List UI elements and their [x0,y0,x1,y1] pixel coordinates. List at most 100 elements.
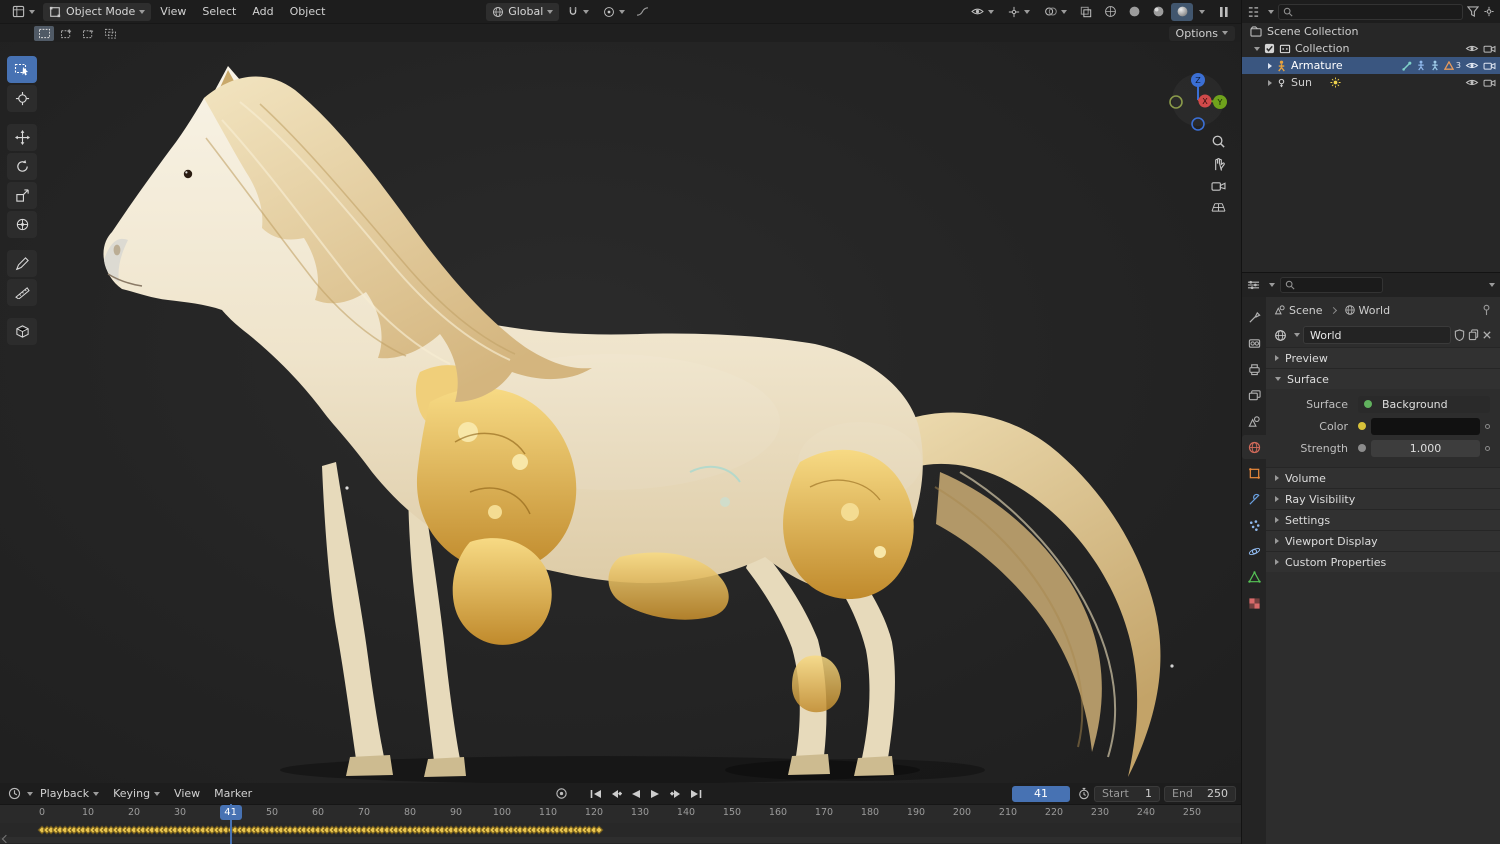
select-mode-intersect-button[interactable] [100,26,120,41]
new-copy-icon[interactable] [1468,329,1479,341]
transform-orientation-dropdown[interactable]: Global [486,2,560,21]
jump-to-end-button[interactable] [686,786,706,802]
disclosure-down-icon[interactable] [1254,46,1260,51]
tab-view-layer[interactable] [1242,383,1266,407]
tab-particles[interactable] [1242,513,1266,537]
shading-wireframe-button[interactable] [1099,3,1121,21]
zoom-icon[interactable] [1207,134,1229,149]
dropdown-caret[interactable] [1268,9,1274,14]
frame-end-field[interactable]: End 250 [1164,785,1236,802]
tool-scale[interactable] [7,182,37,209]
panel-settings-header[interactable]: Settings [1266,509,1500,530]
timeline-ruler[interactable]: 0102030405060708090100110120130140150160… [0,804,1241,823]
dropdown-caret[interactable] [1294,333,1300,337]
animate-decorator-dot[interactable] [1485,445,1490,451]
tab-physics[interactable] [1242,539,1266,563]
tab-object[interactable] [1242,461,1266,485]
snap-dropdown[interactable] [561,3,595,21]
play-button[interactable] [646,786,666,802]
outliner-editor-icon[interactable] [1247,6,1260,18]
tab-texture[interactable] [1242,591,1266,615]
pin-icon[interactable] [1481,304,1492,316]
viewport-3d[interactable]: Z Y X [0,42,1241,783]
panel-viewport-display-header[interactable]: Viewport Display [1266,530,1500,551]
overlays-dropdown[interactable] [1038,3,1073,21]
panel-surface-header[interactable]: Surface [1266,368,1500,389]
frame-start-field[interactable]: Start 1 [1094,785,1160,802]
unlink-x-icon[interactable] [1482,330,1492,340]
shading-dropdown-caret[interactable] [1199,9,1205,14]
properties-search-input[interactable] [1299,279,1378,291]
tab-tool[interactable] [1242,305,1266,329]
navigation-gizmo[interactable]: Z Y X [1168,72,1228,132]
panel-ray-visibility-header[interactable]: Ray Visibility [1266,488,1500,509]
stopwatch-icon[interactable] [1078,787,1090,800]
play-reverse-button[interactable] [626,786,646,802]
options-dropdown[interactable]: Options [1168,25,1235,41]
falloff-curve-icon[interactable] [633,6,651,17]
outliner-row-sun[interactable]: Sun [1242,74,1500,91]
color-swatch-field[interactable] [1371,417,1480,435]
disclosure-right-icon[interactable] [1268,79,1272,86]
mode-dropdown[interactable]: Object Mode [43,2,152,21]
gizmos-dropdown[interactable] [1002,3,1036,21]
properties-editor-icon[interactable] [1247,279,1260,291]
tab-object-data[interactable] [1242,565,1266,589]
timeline-keyframe-area[interactable] [0,823,1241,843]
next-keyframe-button[interactable] [666,786,686,802]
fake-user-shield-icon[interactable] [1454,329,1465,341]
panel-volume-header[interactable]: Volume [1266,467,1500,488]
animate-decorator-dot[interactable] [1485,423,1490,429]
auto-keying-toggle[interactable] [552,786,572,802]
panel-preview-header[interactable]: Preview [1266,347,1500,368]
hide-eye-icon[interactable] [1465,77,1479,88]
disable-render-camera-icon[interactable] [1483,78,1496,88]
outliner-row-armature[interactable]: Armature 3 [1242,57,1500,74]
surface-background-dropdown[interactable]: Background [1358,395,1490,413]
menu-select[interactable]: Select [195,3,243,21]
tool-measure[interactable] [7,279,37,306]
strength-value-slider[interactable]: 1.000 [1371,439,1480,457]
shading-rendered-button[interactable] [1171,2,1193,21]
ortho-grid-icon[interactable] [1207,200,1229,213]
xray-toggle[interactable] [1075,3,1097,21]
world-name-field[interactable]: World [1303,326,1451,344]
tab-world[interactable] [1242,435,1266,459]
menu-add[interactable]: Add [245,3,280,21]
editor-type-dropdown[interactable] [6,3,41,21]
tool-annotate[interactable] [7,250,37,277]
menu-keying[interactable]: Keying [106,785,167,803]
panel-custom-properties-header[interactable]: Custom Properties [1266,551,1500,572]
prev-keyframe-button[interactable] [606,786,626,802]
world-datablock-icon[interactable] [1274,329,1287,342]
outliner-search-input[interactable] [1297,6,1458,17]
menu-playback[interactable]: Playback [33,785,106,803]
jump-to-start-button[interactable] [586,786,606,802]
filter-funnel-icon[interactable] [1467,6,1479,17]
tool-transform[interactable] [7,211,37,238]
tab-render[interactable] [1242,331,1266,355]
outliner-row-scene-collection[interactable]: Scene Collection [1242,23,1500,40]
select-mode-subtract-button[interactable] [78,26,98,41]
proportional-editing-dropdown[interactable] [597,3,631,21]
tab-scene[interactable] [1242,409,1266,433]
current-frame-field[interactable]: 41 [1012,785,1070,802]
editor-pause-icon[interactable] [1213,3,1235,21]
menu-view[interactable]: View [153,3,193,21]
outliner-options-icon[interactable] [1483,6,1495,17]
disable-render-camera-icon[interactable] [1483,44,1496,54]
menu-marker[interactable]: Marker [207,785,259,803]
properties-search[interactable] [1280,277,1383,293]
object-type-visibility-dropdown[interactable] [965,3,1000,21]
outliner-row-collection[interactable]: Collection [1242,40,1500,57]
tool-rotate[interactable] [7,153,37,180]
select-mode-new-button[interactable] [34,25,54,41]
pan-hand-icon[interactable] [1207,157,1229,172]
tab-output[interactable] [1242,357,1266,381]
tool-select-box[interactable] [7,56,37,83]
camera-view-icon[interactable] [1207,180,1229,192]
playhead-frame-chip[interactable]: 41 [219,805,242,820]
tool-cursor[interactable] [7,85,37,112]
hide-eye-icon[interactable] [1465,43,1479,54]
menu-object[interactable]: Object [283,3,333,21]
